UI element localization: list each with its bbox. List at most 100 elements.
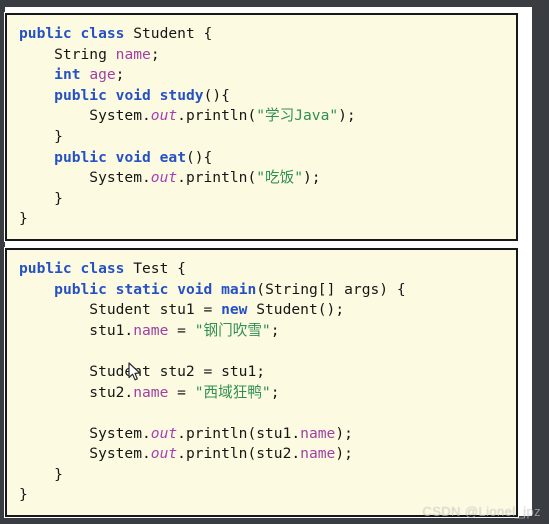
code-token-plain: .println( — [177, 169, 257, 187]
code-token-kw: public — [19, 259, 72, 277]
code-token-kw: void — [115, 148, 151, 166]
code-token-kw: class — [80, 25, 125, 42]
code-token-plain: (){ — [203, 86, 230, 104]
code-token-kw: new — [221, 301, 248, 319]
screenshot-root: public class Student { String name; int … — [0, 0, 549, 523]
code-token-plain: ; — [270, 321, 280, 339]
code-token-plain: (String[] args) { — [256, 280, 406, 298]
code-line: } — [7, 127, 516, 148]
code-token-plain: = — [168, 321, 195, 339]
code-token-kw: void — [115, 86, 151, 104]
code-token-plain: } — [19, 210, 28, 228]
code-token-str: "钢门吹雪" — [194, 321, 271, 339]
code-line: } — [7, 189, 516, 210]
code-token-plain: (){ — [185, 148, 213, 166]
code-token-plain: System. — [19, 445, 151, 463]
code-token-plain: Student { — [124, 25, 213, 42]
code-token-kw: static — [115, 280, 169, 298]
code-token-plain: .println(stu1. — [177, 424, 301, 442]
code-token-kw: public — [19, 25, 72, 42]
code-block-stack: public class Student { String name; int … — [5, 13, 518, 524]
code-token-field: name — [300, 424, 336, 442]
code-token-out: out — [150, 107, 178, 125]
code-token-out: out — [150, 424, 178, 442]
code-token-kw: main — [221, 280, 257, 298]
code-line: } — [7, 465, 516, 486]
code-line — [7, 403, 516, 424]
code-token-kw: eat — [159, 148, 186, 166]
code-token-str: "学习Java" — [256, 107, 339, 125]
code-token-plain: .println( — [177, 107, 257, 125]
code-token-field: name — [300, 445, 336, 463]
document-page: public class Student { String name; int … — [5, 7, 532, 518]
code-token-plain: System. — [19, 169, 151, 187]
code-token-kw: class — [80, 259, 125, 277]
code-line: System.out.println("学习Java"); — [7, 106, 516, 127]
code-token-kw: public — [54, 86, 107, 104]
code-line: public static void main(String[] args) { — [7, 280, 516, 301]
code-token-plain: stu2. — [19, 383, 134, 401]
code-token-plain: stu1. — [19, 321, 134, 339]
code-token-plain: String — [19, 45, 116, 63]
code-token-kw: study — [159, 86, 204, 104]
code-token-plain: ); — [335, 445, 353, 463]
code-line: Student stu1 = new Student(); — [7, 300, 516, 321]
code-line: stu1.name = "钢门吹雪"; — [7, 321, 516, 342]
code-token-plain: System. — [19, 107, 151, 125]
code-token-plain: ); — [338, 107, 356, 125]
code-line: } — [7, 485, 516, 506]
code-token-plain: } — [19, 465, 63, 483]
code-token-out: out — [150, 445, 178, 463]
code-token-str: "西域狂鸭" — [194, 383, 271, 401]
code-token-kw: public — [54, 148, 107, 166]
code-line: } — [7, 209, 516, 230]
code-token-field: name — [133, 383, 169, 401]
code-token-plain: ; — [150, 45, 160, 63]
code-token-plain: Test { — [124, 259, 186, 277]
code-line: System.out.println(stu1.name); — [7, 424, 516, 445]
code-token-plain: Student stu1 = — [19, 301, 222, 319]
student-class-block[interactable]: public class Student { String name; int … — [5, 13, 518, 241]
code-line: public class Test { — [7, 259, 516, 280]
code-token-plain: Student(); — [247, 301, 345, 319]
code-line: public void eat(){ — [7, 148, 516, 169]
code-token-plain: } — [19, 189, 63, 207]
test-class-block[interactable]: public class Test { public static void m… — [5, 247, 518, 518]
code-token-plain: = — [168, 383, 195, 401]
code-token-kw: public — [54, 280, 107, 298]
code-token-kw: int — [54, 66, 81, 84]
code-token-plain: } — [19, 127, 63, 145]
code-line: System.out.println(stu2.name); — [7, 444, 516, 465]
code-line: Student stu2 = stu1; — [7, 362, 516, 383]
code-token-field: name — [115, 45, 151, 63]
code-line: stu2.name = "西域狂鸭"; — [7, 383, 516, 404]
code-token-field: name — [133, 321, 169, 339]
code-token-plain: ); — [303, 169, 321, 187]
code-token-plain: Student stu2 = stu1; — [19, 362, 266, 380]
code-line: String name; — [7, 45, 516, 66]
code-token-str: "吃饭" — [256, 169, 303, 187]
code-line — [7, 341, 516, 362]
code-token-kw: void — [177, 280, 213, 298]
code-token-field: age — [89, 66, 116, 84]
code-line: System.out.println("吃饭"); — [7, 168, 516, 189]
code-token-out: out — [150, 169, 178, 187]
code-token-plain: .println(stu2. — [177, 445, 301, 463]
code-line: int age; — [7, 65, 516, 86]
code-line: public class Student { — [7, 24, 516, 45]
